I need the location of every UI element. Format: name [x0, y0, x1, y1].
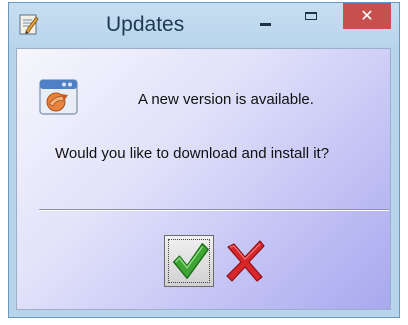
red-x-icon — [226, 240, 265, 282]
notepad-pencil-icon — [19, 14, 39, 35]
accept-button[interactable] — [164, 235, 214, 287]
updates-window: Updates ✕ A new version is available. Wo… — [8, 2, 400, 318]
window-title: Updates — [106, 13, 185, 36]
close-button[interactable]: ✕ — [343, 3, 391, 29]
message-line-2: Would you like to download and install i… — [55, 145, 330, 162]
decline-button[interactable] — [220, 235, 270, 287]
green-checkmark-icon — [172, 243, 209, 279]
title-bar[interactable]: Updates ✕ — [9, 3, 399, 45]
minimize-button[interactable] — [252, 3, 278, 29]
close-icon: ✕ — [360, 6, 374, 25]
dialog-body: A new version is available. Would you li… — [16, 48, 391, 310]
separator-line — [39, 209, 389, 211]
update-window-icon — [39, 79, 78, 115]
maximize-button[interactable] — [291, 3, 331, 29]
message-line-1: A new version is available. — [138, 91, 314, 108]
